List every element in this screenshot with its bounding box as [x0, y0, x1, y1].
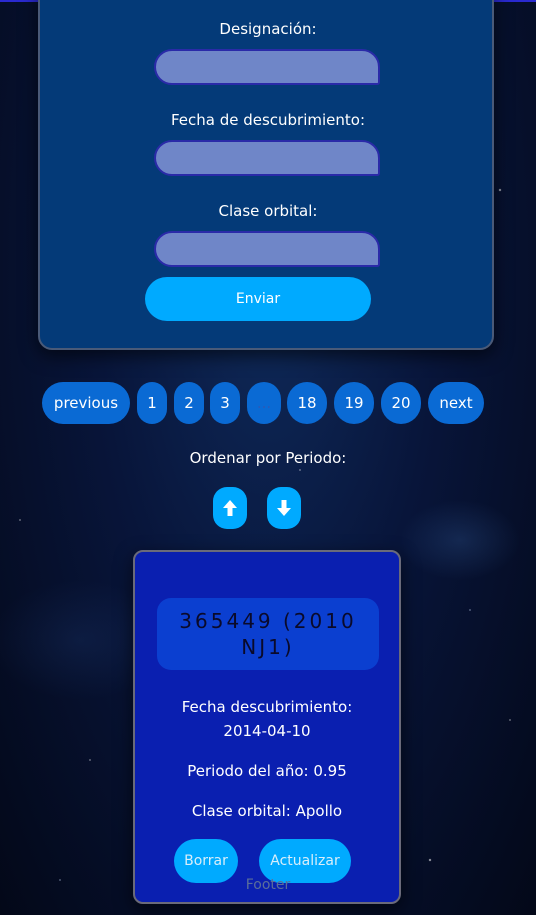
sort-descending-button[interactable]	[267, 487, 301, 529]
arrow-up-icon	[223, 500, 237, 516]
arrow-down-icon	[277, 500, 291, 516]
discovery-date-input[interactable]	[154, 140, 380, 176]
period-text: Periodo del año: 0.95	[187, 762, 347, 780]
previous-page-button[interactable]: previous	[42, 382, 130, 424]
page-button-20[interactable]: 20	[381, 382, 421, 424]
page-ellipsis: ...	[247, 382, 281, 424]
discovery-date-value: 2014-04-10	[223, 722, 311, 740]
sort-label: Ordenar por Periodo:	[189, 449, 347, 467]
footer: Footer	[245, 877, 291, 893]
asteroid-card: 365449 (2010 NJ1) Fecha descubrimiento: …	[133, 550, 401, 904]
orbital-class-label: Clase orbital:	[218, 202, 318, 220]
submit-button[interactable]: Enviar	[145, 277, 371, 321]
sort-ascending-button[interactable]	[213, 487, 247, 529]
asteroid-form: Designación: Fecha de descubrimiento: Cl…	[38, 0, 494, 350]
page-button-18[interactable]: 18	[287, 382, 327, 424]
pagination: previous 1 2 3 ... 18 19 20 next	[0, 382, 536, 426]
discovery-date-label: Fecha de descubrimiento:	[170, 111, 366, 129]
orbital-class-text: Clase orbital: Apollo	[191, 802, 343, 820]
page-button-2[interactable]: 2	[174, 382, 204, 424]
designation-input[interactable]	[154, 49, 380, 85]
asteroid-name: 365449 (2010 NJ1)	[157, 598, 379, 670]
page-button-1[interactable]: 1	[137, 382, 167, 424]
orbital-class-input[interactable]	[154, 231, 380, 267]
page-button-3[interactable]: 3	[210, 382, 240, 424]
next-page-button[interactable]: next	[428, 382, 484, 424]
designation-label: Designación:	[219, 20, 317, 38]
discovery-date-heading: Fecha descubrimiento:	[181, 698, 353, 716]
page-button-19[interactable]: 19	[334, 382, 374, 424]
